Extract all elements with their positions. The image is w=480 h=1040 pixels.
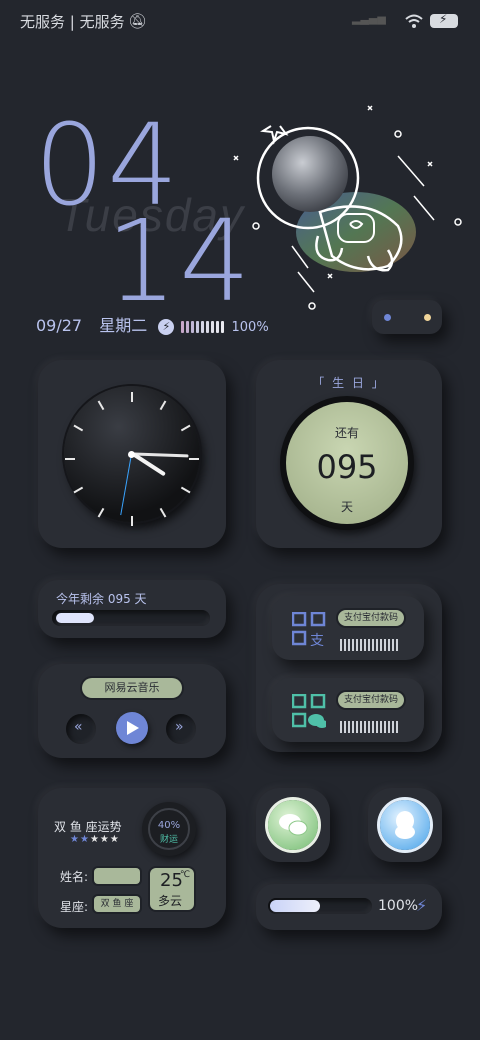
music-card: 网易云音乐 « » (38, 664, 226, 758)
year-progress-fill (56, 613, 94, 623)
clock-face (64, 386, 200, 526)
payment-card: 支 支付宝付款码 支付宝付款码 (256, 584, 442, 752)
rating-stars: ★★★★★ (70, 834, 120, 845)
battery-track (268, 898, 372, 914)
fast-forward-icon: » (175, 719, 184, 735)
qq-app-card[interactable] (368, 788, 442, 862)
dark-dot-icon (384, 314, 391, 321)
second-hand (120, 453, 132, 516)
horoscope-card[interactable]: 双 鱼 座运势 ★★★★★ 40% 财运 姓名: 星座: 双 鱼 座 25 ℃ … (38, 788, 226, 928)
battery-fill (270, 900, 320, 912)
weather-text: 多云 (158, 894, 183, 908)
birthday-prefix: 还有 (334, 426, 359, 440)
qq-penguin-icon (380, 800, 430, 850)
weekday-text: 星期二 (99, 316, 148, 335)
temperature-unit: ℃ (180, 870, 191, 880)
wifi-icon (405, 14, 423, 28)
weather-box: 25 ℃ 多云 (150, 868, 194, 910)
birthday-suffix: 天 (340, 500, 353, 514)
next-button[interactable]: » (166, 714, 196, 744)
payment-label: 支付宝付款码 (338, 692, 404, 708)
year-remaining-card: 今年剩余 095 天 (38, 580, 226, 638)
fortune-label: 财运 (159, 835, 178, 845)
horoscope-title: 双 鱼 座运势 (54, 820, 122, 834)
year-progress-track (52, 610, 210, 626)
birthday-card[interactable]: 「 生 日 」 还有 095 天 (256, 360, 442, 548)
year-remaining-label: 今年剩余 095 天 (56, 592, 147, 606)
name-field[interactable] (94, 868, 140, 884)
prev-button[interactable]: « (66, 714, 96, 744)
payment-row[interactable]: 支 支付宝付款码 (272, 596, 424, 660)
barcode-icon (340, 718, 400, 737)
charging-battery-icon: ⚡ (430, 12, 458, 28)
payment-label: 支付宝付款码 (338, 610, 404, 626)
date-text: 09/27 (36, 316, 83, 335)
bolt-icon: ⚡ (416, 896, 428, 915)
rewind-icon: « (74, 719, 83, 735)
play-icon (127, 721, 139, 735)
wechat-app-card[interactable] (256, 788, 330, 862)
carrier-text: 无服务 | 无服务 (20, 13, 125, 31)
astronaut-illustration (233, 105, 462, 310)
wechat-icon (268, 800, 318, 850)
birthday-title: 「 生 日 」 (312, 376, 386, 390)
birthday-dial: 还有 095 天 (286, 402, 408, 524)
analog-clock-card[interactable] (38, 360, 226, 548)
theme-toggle[interactable] (372, 300, 442, 334)
birthday-dial-ring: 还有 095 天 (280, 396, 414, 530)
bell-muted-icon: 🔕︎ (128, 12, 148, 30)
play-button[interactable] (116, 712, 148, 744)
battery-widget-percent: 100% (378, 898, 419, 914)
birthday-days: 095 (316, 448, 378, 486)
fortune-gauge: 40% 财运 (142, 802, 196, 856)
music-app-label[interactable]: 网易云音乐 (82, 678, 182, 698)
status-bar: 无服务 | 无服务 🔕︎ ▂▃▄▅ ⚡ (0, 0, 480, 44)
wechat-qr-icon (292, 694, 326, 728)
signal-icon: ▂▃▄▅ (352, 12, 386, 25)
battery-percent: 100% (231, 320, 269, 335)
alipay-qr-icon: 支 (292, 612, 326, 646)
bolt-icon: ⚡ (158, 318, 175, 335)
payment-row[interactable]: 支付宝付款码 (272, 678, 424, 742)
light-dot-icon (424, 314, 431, 321)
sign-field: 双 鱼 座 (94, 896, 140, 912)
sign-label: 星座: (60, 900, 89, 914)
barcode-icon (340, 636, 400, 655)
fortune-pct: 40% (157, 820, 181, 831)
battery-segments (181, 316, 231, 335)
name-label: 姓名: (60, 870, 89, 884)
svg-text:支: 支 (310, 633, 324, 646)
clock-pin (128, 451, 135, 458)
battery-widget: 100% ⚡ (256, 884, 442, 930)
